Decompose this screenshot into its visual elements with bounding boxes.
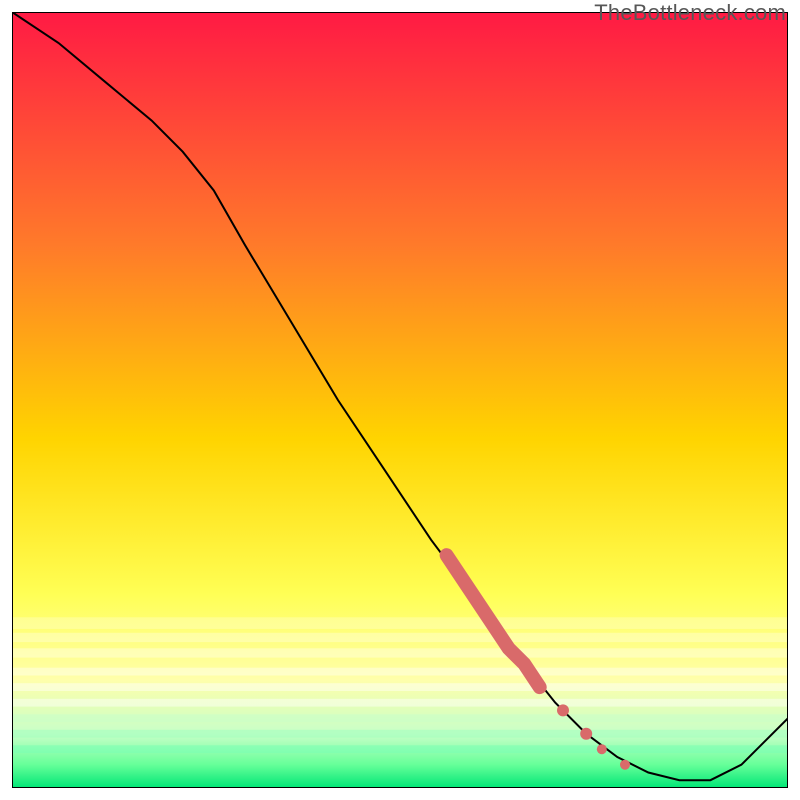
lightness-band [12,668,788,676]
lightness-band [12,745,788,753]
marker-dot [534,681,546,693]
marker-dot [557,704,569,716]
lightness-band [12,633,788,642]
lightness-band [12,648,788,657]
chart-container: TheBottleneck.com [0,0,800,800]
lightness-band [12,699,788,707]
plot-area [12,12,788,788]
lightness-band [12,617,788,629]
chart-svg [12,12,788,788]
lightness-band [12,730,788,738]
marker-dot [620,760,630,770]
watermark-label: TheBottleneck.com [594,0,786,26]
lightness-band [12,714,788,722]
lightness-band [12,683,788,691]
marker-dot [580,728,592,740]
lightness-bands [12,617,788,753]
marker-dot [597,744,607,754]
